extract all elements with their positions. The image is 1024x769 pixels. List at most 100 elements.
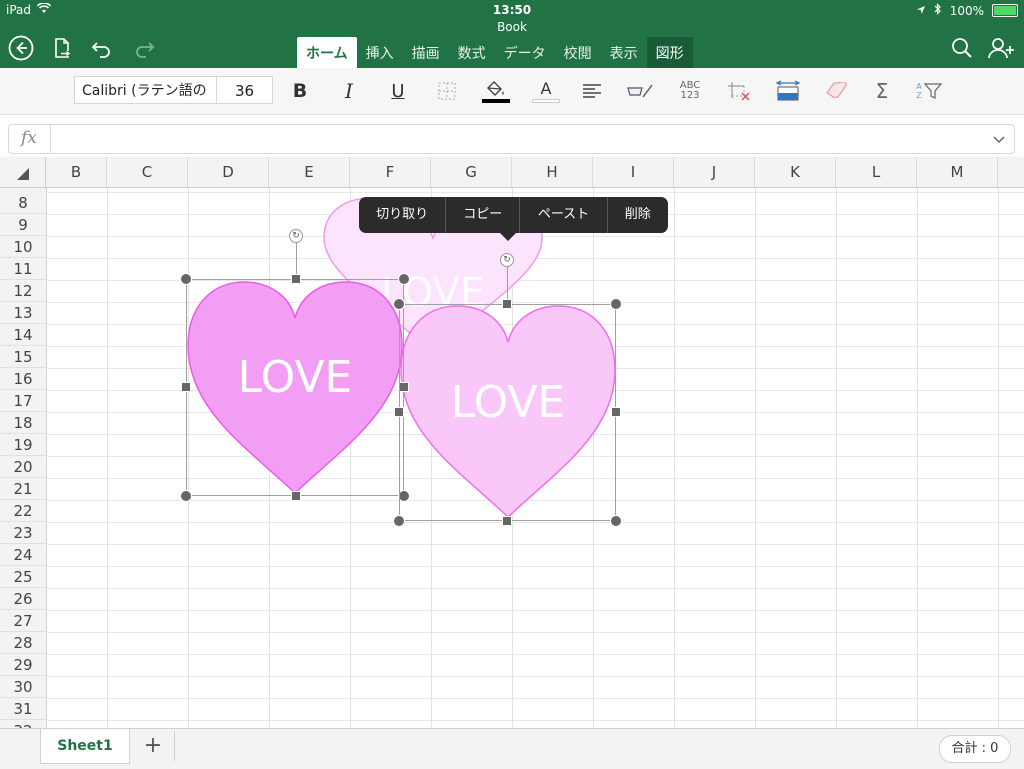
row-header-25[interactable]: 25 [0,566,46,588]
row-header-8[interactable]: 8 [0,192,46,214]
undo-button[interactable] [88,34,116,62]
row-header-17[interactable]: 17 [0,390,46,412]
row-header-23[interactable]: 23 [0,522,46,544]
resize-handle-right-s[interactable] [502,516,512,526]
column-header-g[interactable]: G [431,157,512,187]
resize-handle-right-e[interactable] [611,407,621,417]
eraser-button[interactable] [821,76,853,106]
underline-button[interactable]: U [383,76,413,106]
corner-triangle-icon [17,168,29,180]
column-header-i[interactable]: I [593,157,674,187]
row-header-10[interactable]: 10 [0,236,46,258]
tab-review[interactable]: 校閲 [555,37,601,68]
formula-bar[interactable]: fx [8,124,1015,154]
resize-handle-left-e[interactable] [399,382,409,392]
row-header-29[interactable]: 29 [0,654,46,676]
menu-item-copy[interactable]: コピー [446,197,521,233]
sheet-tab-sheet1[interactable]: Sheet1 [40,729,130,764]
column-header-d[interactable]: D [188,157,269,187]
column-width-button[interactable] [772,76,804,106]
resize-handle-right-w[interactable] [394,407,404,417]
select-all-corner[interactable] [0,157,46,187]
row-header-27[interactable]: 27 [0,610,46,632]
resize-handle-right-se[interactable] [610,515,622,527]
borders-button[interactable] [432,76,462,106]
back-button[interactable] [7,34,35,62]
row-header-13[interactable]: 13 [0,302,46,324]
row-header-16[interactable]: 16 [0,368,46,390]
autosum-button[interactable]: Σ [867,76,897,106]
resize-handle-left-s[interactable] [291,491,301,501]
tab-insert[interactable]: 挿入 [357,37,403,68]
add-sheet-button[interactable]: + [140,733,166,759]
resize-handle-left-ne[interactable] [398,273,410,285]
column-header-c[interactable]: C [107,157,188,187]
column-header-f[interactable]: F [350,157,431,187]
bold-button[interactable]: B [285,76,315,106]
heart-shape-right[interactable] [399,304,617,520]
row-header-18[interactable]: 18 [0,412,46,434]
row-header-19[interactable]: 19 [0,434,46,456]
search-button[interactable] [948,34,976,62]
font-color-button[interactable]: A [531,76,561,106]
column-header-j[interactable]: J [674,157,755,187]
column-header-l[interactable]: L [836,157,917,187]
row-header-11[interactable]: 11 [0,258,46,280]
row-header-26[interactable]: 26 [0,588,46,610]
menu-item-paste[interactable]: ペースト [520,197,608,233]
row-header-14[interactable]: 14 [0,324,46,346]
document-title: Book [497,20,527,34]
row-header-22[interactable]: 22 [0,500,46,522]
tab-draw[interactable]: 描画 [403,37,449,68]
resize-handle-left-se[interactable] [398,490,410,502]
resize-handle-left-sw[interactable] [180,490,192,502]
redo-button[interactable] [130,34,158,62]
resize-handle-left-nw[interactable] [180,273,192,285]
row-header-31[interactable]: 31 [0,698,46,720]
menu-item-delete[interactable]: 削除 [608,197,668,233]
clear-cells-button[interactable] [723,76,755,106]
column-header-h[interactable]: H [512,157,593,187]
tab-shape[interactable]: 図形 [646,37,693,68]
row-header-15[interactable]: 15 [0,346,46,368]
spelling-button[interactable]: ABC 123 [674,76,706,106]
column-header-e[interactable]: E [269,157,350,187]
tab-view[interactable]: 表示 [601,37,647,68]
font-name-box[interactable]: Calibri (ラテン語の [74,76,216,104]
column-header-b[interactable]: B [46,157,107,187]
rotate-handle-right[interactable]: ↻ [500,253,514,267]
tab-data[interactable]: データ [495,37,555,68]
column-header-k[interactable]: K [755,157,836,187]
row-header-9[interactable]: 9 [0,214,46,236]
sort-filter-button[interactable]: A Z [912,76,946,106]
row-header-28[interactable]: 28 [0,632,46,654]
resize-handle-right-sw[interactable] [393,515,405,527]
sum-status[interactable]: 合計 : 0 [939,735,1011,763]
row-header-20[interactable]: 20 [0,456,46,478]
resize-handle-right-nw[interactable] [393,298,405,310]
share-button[interactable] [988,34,1016,62]
column-header-m[interactable]: M [917,157,998,187]
menu-item-cut[interactable]: 切り取り [359,197,447,233]
row-header-30[interactable]: 30 [0,676,46,698]
row-header-24[interactable]: 24 [0,544,46,566]
expand-formula-button[interactable] [992,131,1006,150]
tab-formulas[interactable]: 数式 [449,37,495,68]
row-header-12[interactable]: 12 [0,280,46,302]
tab-home[interactable]: ホーム [297,37,357,68]
row-header-21[interactable]: 21 [0,478,46,500]
heart-shape-left[interactable] [186,280,404,496]
fill-color-button[interactable] [481,76,511,106]
resize-handle-left-n[interactable] [291,274,301,284]
resize-handle-right-ne[interactable] [610,298,622,310]
resize-handle-left-w[interactable] [181,382,191,392]
file-button[interactable] [48,34,76,62]
italic-button[interactable]: I [334,76,364,106]
rotate-handle-left[interactable]: ↻ [289,229,303,243]
font-size-box[interactable]: 36 [216,76,273,104]
font-color-glyph: A [540,78,552,98]
resize-handle-right-n[interactable] [502,299,512,309]
align-button[interactable] [577,76,607,106]
row-header-32[interactable]: 32 [0,720,46,728]
format-painter-button[interactable] [624,76,656,106]
